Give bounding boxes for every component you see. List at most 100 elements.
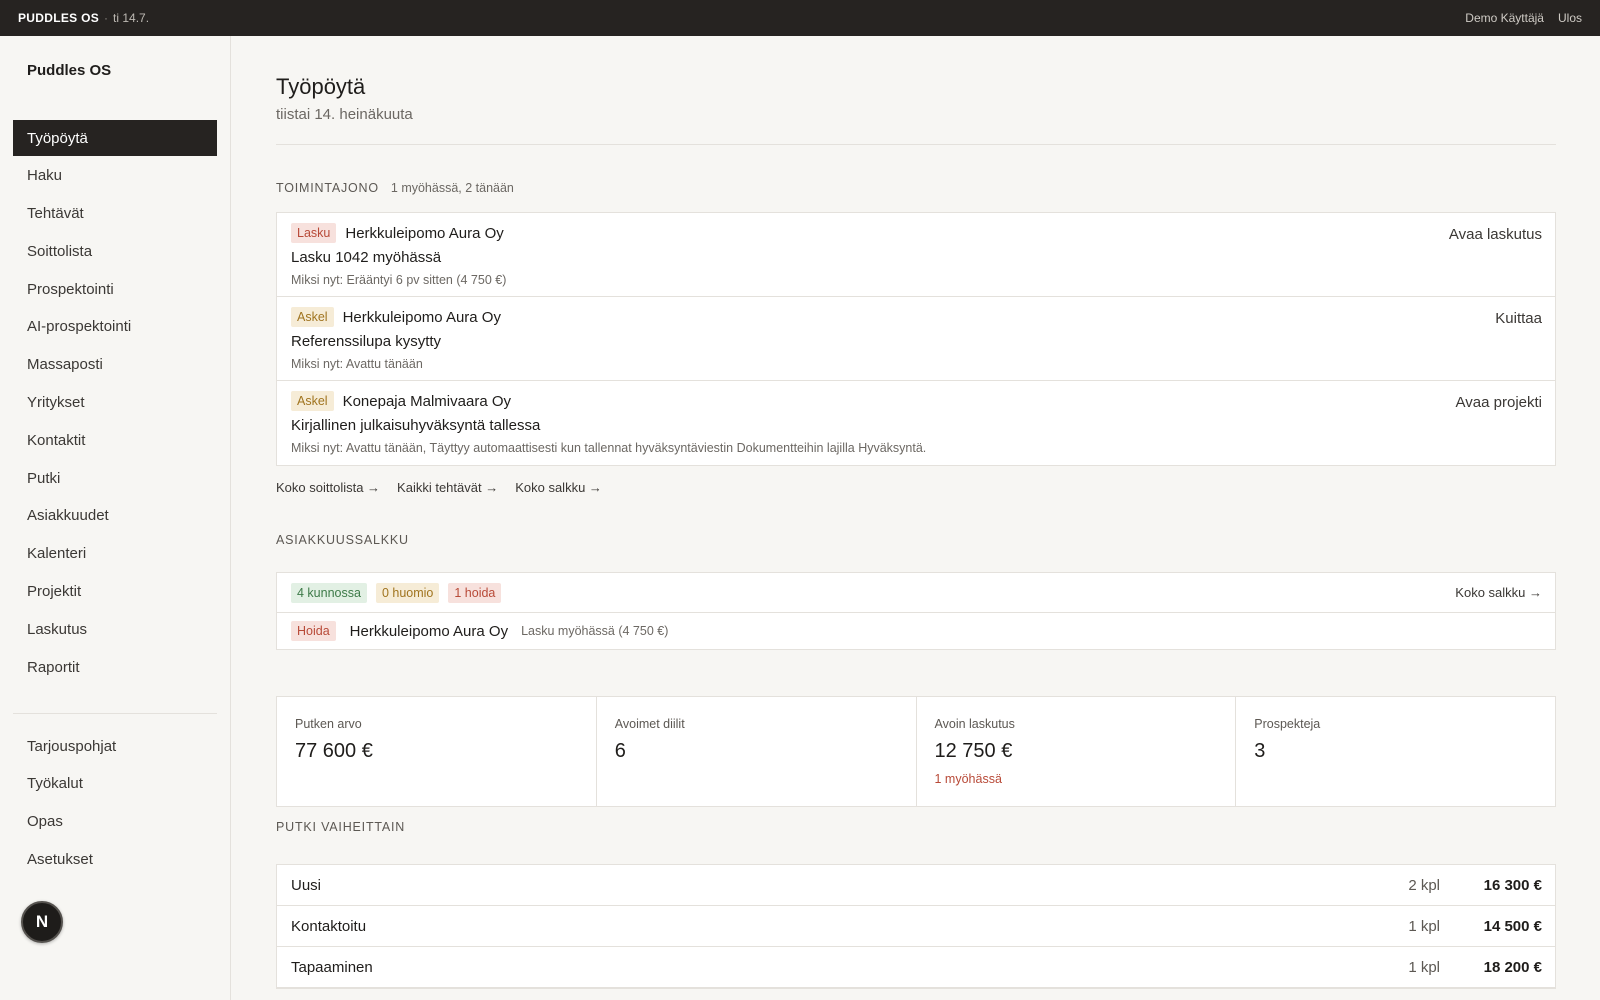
stat-value: 77 600 € bbox=[295, 740, 373, 762]
open-project-button[interactable]: Avaa projekti bbox=[1456, 394, 1542, 411]
stage-name: Kontaktoitu bbox=[291, 917, 367, 935]
queue-item: Askel Konepaja Malmivaara Oy Kirjallinen… bbox=[277, 381, 1555, 465]
sidebar-item-projektit[interactable]: Projektit bbox=[13, 574, 217, 610]
portfolio-tags: 4 kunnossa 0 huomio 1 hoida bbox=[291, 583, 502, 603]
stat-label: Avoin laskutus bbox=[934, 717, 1015, 731]
stage-name: Uusi bbox=[291, 876, 322, 894]
stage-name: Tapaaminen bbox=[291, 958, 373, 976]
pipeline-row[interactable]: Kontaktoitu 1 kpl 14 500 € bbox=[277, 906, 1555, 947]
portfolio-summary-row: 4 kunnossa 0 huomio 1 hoida Koko salkku … bbox=[277, 573, 1555, 613]
stat-value: 12 750 € bbox=[934, 740, 1013, 762]
stage-amount: 18 200 € bbox=[1483, 958, 1542, 976]
sidebar-item-laskutus[interactable]: Laskutus bbox=[13, 611, 217, 647]
sidebar-item-tehtavat[interactable]: Tehtävät bbox=[13, 196, 217, 232]
portfolio-row: Hoida Herkkuleipomo Aura Oy Lasku myöhäs… bbox=[277, 613, 1555, 649]
pipeline-row[interactable]: Tapaaminen 1 kpl 18 200 € bbox=[277, 947, 1555, 988]
queue-item-head: Lasku Herkkuleipomo Aura Oy bbox=[291, 223, 504, 243]
pipeline-row[interactable]: Uusi 2 kpl 16 300 € bbox=[277, 865, 1555, 906]
sidebar-item-kalenteri[interactable]: Kalenteri bbox=[13, 536, 217, 572]
stage-amount: 14 500 € bbox=[1483, 917, 1542, 935]
pipeline-by-stage: Uusi 2 kpl 16 300 € Kontaktoitu 1 kpl 14… bbox=[276, 864, 1556, 989]
sidebar-item-tyopoyta[interactable]: Työpöytä bbox=[13, 120, 217, 156]
company-name: Herkkuleipomo Aura Oy bbox=[342, 308, 501, 326]
queue-item: Lasku Herkkuleipomo Aura Oy Lasku 1042 m… bbox=[277, 213, 1555, 297]
stage-amount: 16 300 € bbox=[1483, 876, 1542, 894]
stat-pipeline-value: Putken arvo 77 600 € bbox=[277, 697, 597, 806]
queue-item: Askel Herkkuleipomo Aura Oy Referenssilu… bbox=[277, 297, 1555, 381]
stat-label: Avoimet diilit bbox=[614, 717, 685, 731]
sidebar-item-tyokalut[interactable]: Työkalut bbox=[13, 766, 217, 802]
status-badge-attention[interactable]: 0 huomio bbox=[375, 583, 440, 603]
sidebar-nav: Työpöytä Haku Tehtävät Soittolista Prosp… bbox=[13, 120, 217, 687]
type-tag: Lasku bbox=[291, 223, 337, 243]
n-logo-button[interactable]: N bbox=[21, 901, 63, 943]
top-bar: PUDDLES OS · ti 14.7. Demo Käyttäjä Ulos bbox=[0, 0, 1600, 36]
queue-item-reason: Miksi nyt: Avattu tänään, Täyttyy automa… bbox=[291, 441, 927, 455]
sidebar-item-kontaktit[interactable]: Kontaktit bbox=[13, 422, 217, 458]
logout-link[interactable]: Ulos bbox=[1558, 11, 1582, 25]
sidebar-item-ai-prospektointi[interactable]: AI-prospektointi bbox=[13, 309, 217, 345]
call-list-link[interactable]: Koko soittolista → bbox=[276, 480, 380, 495]
sidebar-divider bbox=[13, 713, 217, 714]
pipeline-section-label: PUTKI VAIHEITTAIN bbox=[276, 820, 406, 834]
sidebar-item-asetukset[interactable]: Asetukset bbox=[13, 841, 217, 877]
queue-item-reason: Miksi nyt: Erääntyi 6 pv sitten (4 750 €… bbox=[291, 273, 507, 287]
type-tag: Askel bbox=[291, 307, 334, 327]
status-badge-ok[interactable]: 4 kunnossa bbox=[291, 583, 367, 603]
stat-value: 3 bbox=[1254, 740, 1266, 762]
kpi-stats: Putken arvo 77 600 € Avoimet diilit 6 Av… bbox=[276, 696, 1556, 807]
queue-meta: 1 myöhässä, 2 tänään bbox=[390, 181, 514, 195]
action-queue: Lasku Herkkuleipomo Aura Oy Lasku 1042 m… bbox=[276, 212, 1556, 466]
sidebar-item-putki[interactable]: Putki bbox=[13, 460, 217, 496]
stat-overdue-note: 1 myöhässä bbox=[934, 772, 1002, 786]
portfolio-section-label: ASIAKKUUSSALKKU bbox=[276, 533, 409, 547]
customer-portfolio: 4 kunnossa 0 huomio 1 hoida Koko salkku … bbox=[276, 572, 1556, 650]
portfolio-link[interactable]: Koko salkku → bbox=[515, 480, 602, 495]
top-bar-right: Demo Käyttäjä Ulos bbox=[1465, 11, 1582, 25]
status-badge-handle[interactable]: 1 hoida bbox=[448, 583, 502, 603]
company-name[interactable]: Herkkuleipomo Aura Oy bbox=[350, 623, 508, 640]
stat-label: Prospekteja bbox=[1254, 717, 1321, 731]
stat-prospects: Prospekteja 3 bbox=[1236, 697, 1555, 806]
queue-item-head: Askel Konepaja Malmivaara Oy bbox=[291, 391, 511, 411]
full-portfolio-link[interactable]: Koko salkku → bbox=[1455, 585, 1542, 600]
sidebar-item-soittolista[interactable]: Soittolista bbox=[13, 233, 217, 269]
sidebar-item-tarjouspohjat[interactable]: Tarjouspohjat bbox=[13, 728, 217, 764]
page-title: Työpöytä bbox=[276, 74, 366, 99]
queue-item-title: Kirjallinen julkaisuhyväksyntä tallessa bbox=[291, 417, 541, 434]
queue-item-title: Referenssilupa kysytty bbox=[291, 333, 442, 350]
sidebar-item-raportit[interactable]: Raportit bbox=[13, 649, 217, 685]
brand-label: PUDDLES OS bbox=[18, 11, 100, 25]
app-name: Puddles OS bbox=[27, 62, 112, 79]
sidebar-item-opas[interactable]: Opas bbox=[13, 804, 217, 840]
stage-count: 1 kpl bbox=[1408, 958, 1440, 976]
sidebar-nav-secondary: Tarjouspohjat Työkalut Opas Asetukset bbox=[13, 728, 217, 879]
sidebar-item-massaposti[interactable]: Massaposti bbox=[13, 347, 217, 383]
queue-item-head: Askel Herkkuleipomo Aura Oy bbox=[291, 307, 501, 327]
page-subtitle: tiistai 14. heinäkuuta bbox=[276, 106, 413, 123]
sidebar-item-prospektointi[interactable]: Prospektointi bbox=[13, 271, 217, 307]
status-badge: Hoida bbox=[291, 621, 336, 641]
queue-links: Koko soittolista → Kaikki tehtävät → Kok… bbox=[276, 480, 602, 495]
portfolio-note: Lasku myöhässä (4 750 €) bbox=[521, 624, 669, 638]
queue-item-title: Lasku 1042 myöhässä bbox=[291, 249, 442, 266]
top-bar-date: ti 14.7. bbox=[113, 11, 150, 25]
user-menu[interactable]: Demo Käyttäjä bbox=[1465, 11, 1544, 25]
stage-count: 2 kpl bbox=[1408, 876, 1440, 894]
sidebar-item-asiakkuudet[interactable]: Asiakkuudet bbox=[13, 498, 217, 534]
sidebar-item-yritykset[interactable]: Yritykset bbox=[13, 385, 217, 421]
sidebar-item-haku[interactable]: Haku bbox=[13, 158, 217, 194]
stat-open-invoicing: Avoin laskutus 12 750 € 1 myöhässä bbox=[917, 697, 1237, 806]
stat-open-deals: Avoimet diilit 6 bbox=[597, 697, 917, 806]
stat-label: Putken arvo bbox=[295, 717, 362, 731]
acknowledge-button[interactable]: Kuittaa bbox=[1495, 310, 1542, 327]
stat-value: 6 bbox=[614, 740, 626, 762]
company-name: Konepaja Malmivaara Oy bbox=[342, 392, 511, 410]
open-invoicing-button[interactable]: Avaa laskutus bbox=[1449, 226, 1542, 243]
queue-item-reason: Miksi nyt: Avattu tänään bbox=[291, 357, 423, 371]
brand-separator: · bbox=[104, 11, 109, 25]
header-divider bbox=[276, 144, 1556, 145]
stage-count: 1 kpl bbox=[1408, 917, 1440, 935]
company-name: Herkkuleipomo Aura Oy bbox=[345, 224, 504, 242]
all-tasks-link[interactable]: Kaikki tehtävät → bbox=[397, 480, 498, 495]
